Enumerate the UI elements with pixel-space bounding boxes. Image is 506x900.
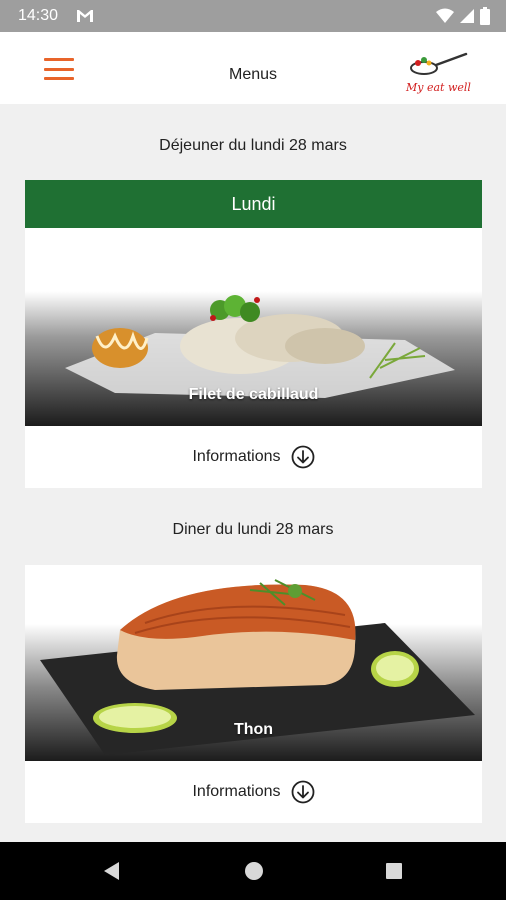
day-header: Lundi (25, 180, 482, 228)
dinner-card: Thon Informations (25, 565, 482, 823)
lunch-heading: Déjeuner du lundi 28 mars (159, 137, 347, 154)
informations-label: Informations (192, 448, 281, 465)
dish-name: Thon (233, 721, 274, 738)
wifi-icon (436, 8, 454, 23)
arrow-down-circle-icon (291, 445, 314, 469)
informations-button[interactable]: Informations (25, 761, 482, 823)
signal-icon (460, 9, 474, 23)
day-label: Lundi (231, 193, 276, 214)
dinner-dish-image[interactable]: Thon (25, 565, 482, 761)
recents-icon[interactable] (383, 860, 405, 882)
arrow-down-circle-icon (291, 780, 314, 804)
my-eat-well-logo: My eat well (404, 50, 471, 94)
informations-button[interactable]: Informations (25, 426, 482, 488)
home-icon[interactable] (243, 860, 265, 882)
status-time: 14:30 (18, 7, 59, 24)
informations-label: Informations (192, 783, 281, 800)
lunch-card: Lundi Filet de cabillaud Informations (25, 180, 482, 488)
gmail-icon (77, 10, 93, 22)
dish-name: Filet de cabillaud (188, 386, 319, 403)
back-icon[interactable] (101, 860, 123, 882)
dinner-heading: Diner du lundi 28 mars (172, 521, 334, 538)
battery-icon (480, 7, 490, 25)
status-bar: 14:30 (0, 0, 506, 32)
logo-text: My eat well (406, 81, 471, 94)
app-bar: Menus My eat well (0, 32, 506, 104)
lunch-dish-image[interactable]: Filet de cabillaud (25, 228, 482, 426)
status-icons (436, 7, 490, 25)
system-navigation-bar (0, 842, 506, 900)
